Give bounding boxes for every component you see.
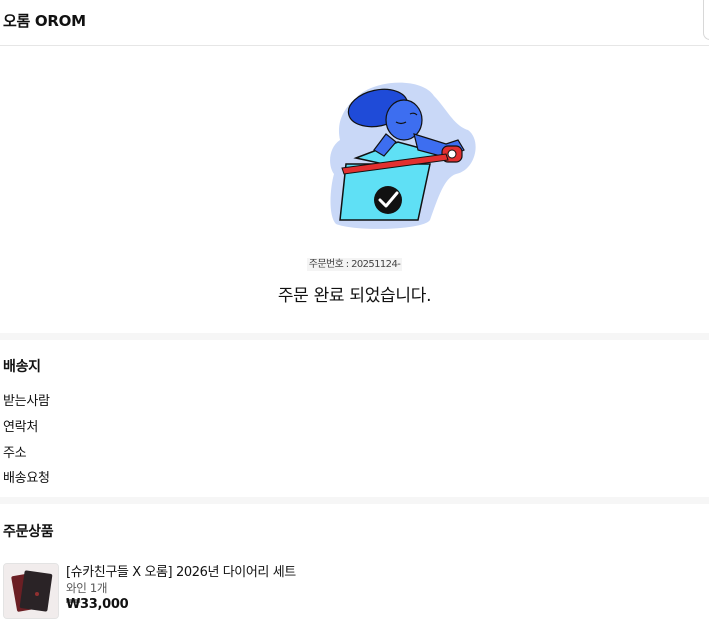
- product-thumbnail[interactable]: [3, 563, 59, 619]
- order-products-section-title: 주문상품: [3, 524, 54, 540]
- address-label: 주소: [3, 446, 27, 461]
- order-complete-message: 주문 완료 되었습니다.: [277, 286, 432, 306]
- header-side-panel-edge: [703, 0, 709, 40]
- section-divider: [0, 497, 709, 504]
- delivery-request-label: 배송요청: [3, 471, 50, 486]
- order-number: 주문번호 : 20251124-: [306, 258, 403, 271]
- shipping-section-title: 배송지: [3, 359, 41, 375]
- product-price: ₩33,000: [66, 597, 129, 612]
- product-name[interactable]: [슈카친구들 X 오롬] 2026년 다이어리 세트: [66, 561, 296, 580]
- order-complete-page: 오롬 OROM 주문번호 : 20251124- 주문 완료 되었습니다. 배송…: [0, 0, 709, 623]
- app-header: 오롬 OROM: [0, 0, 709, 46]
- phone-label: 연락처: [3, 420, 38, 435]
- product-option: 와인 1개: [66, 581, 108, 595]
- section-divider: [0, 333, 709, 340]
- box-check-illustration: [330, 82, 476, 229]
- brand-logo[interactable]: 오롬 OROM: [3, 10, 86, 31]
- recipient-label: 받는사람: [3, 394, 50, 409]
- diary-image: [4, 564, 58, 618]
